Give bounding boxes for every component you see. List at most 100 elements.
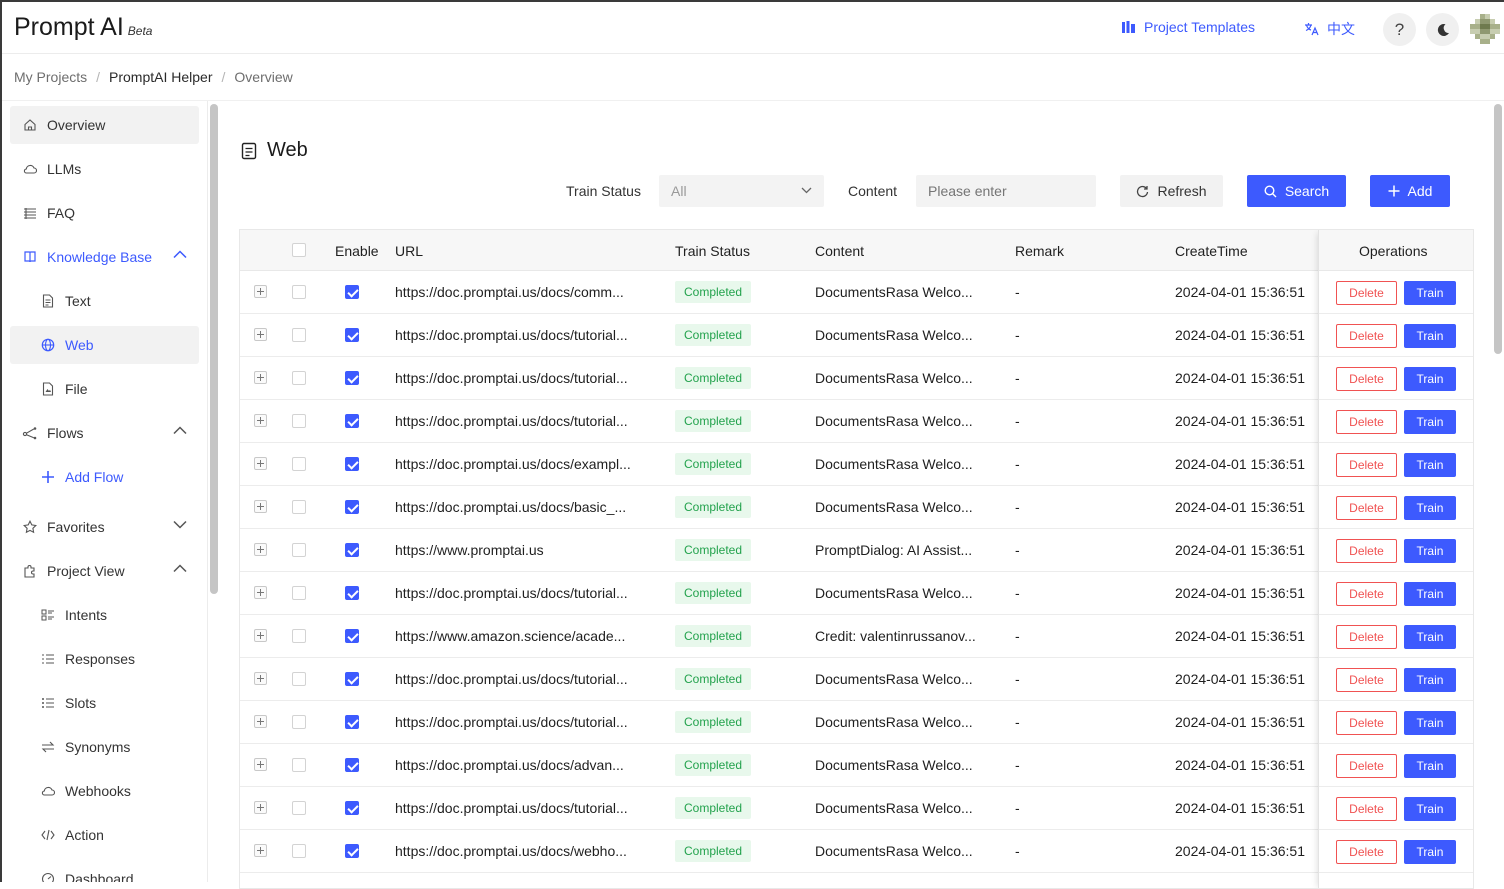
enable-checkbox[interactable]: [345, 371, 359, 385]
expand-row-icon[interactable]: [254, 586, 267, 599]
url-cell[interactable]: https://doc.promptai.us/docs/tutorial...: [395, 714, 628, 730]
sidebar-item-slots[interactable]: Slots: [10, 684, 199, 722]
sidebar-item-synonyms[interactable]: Synonyms: [10, 728, 199, 766]
train-status-select[interactable]: All: [659, 175, 824, 207]
sidebar-item-faq[interactable]: FAQ: [10, 194, 199, 232]
url-cell[interactable]: https://doc.promptai.us/docs/tutorial...: [395, 370, 628, 386]
enable-checkbox[interactable]: [345, 285, 359, 299]
enable-checkbox[interactable]: [345, 328, 359, 342]
url-cell[interactable]: https://doc.promptai.us/docs/tutorial...: [395, 800, 628, 816]
row-select-checkbox[interactable]: [292, 500, 306, 514]
avatar[interactable]: [1468, 12, 1502, 46]
enable-checkbox[interactable]: [345, 629, 359, 643]
expand-row-icon[interactable]: [254, 285, 267, 298]
train-button[interactable]: Train: [1404, 453, 1456, 477]
theme-toggle-button[interactable]: [1426, 13, 1459, 46]
chevron-up-icon[interactable]: [173, 564, 187, 573]
train-button[interactable]: Train: [1404, 797, 1456, 821]
delete-button[interactable]: Delete: [1336, 582, 1397, 606]
enable-checkbox[interactable]: [345, 715, 359, 729]
delete-button[interactable]: Delete: [1336, 797, 1397, 821]
delete-button[interactable]: Delete: [1336, 281, 1397, 305]
enable-checkbox[interactable]: [345, 414, 359, 428]
row-select-checkbox[interactable]: [292, 672, 306, 686]
chevron-down-icon[interactable]: [173, 520, 187, 529]
expand-row-icon[interactable]: [254, 758, 267, 771]
chevron-up-icon[interactable]: [173, 250, 187, 259]
sidebar-scrollbar[interactable]: [210, 104, 218, 594]
delete-button[interactable]: Delete: [1336, 711, 1397, 735]
enable-checkbox[interactable]: [345, 457, 359, 471]
sidebar-item-text[interactable]: Text: [10, 282, 199, 320]
row-select-checkbox[interactable]: [292, 285, 306, 299]
help-button[interactable]: ?: [1383, 13, 1416, 46]
enable-checkbox[interactable]: [345, 672, 359, 686]
sidebar-item-add-flow[interactable]: Add Flow: [10, 458, 199, 496]
expand-row-icon[interactable]: [254, 371, 267, 384]
enable-checkbox[interactable]: [345, 844, 359, 858]
expand-row-icon[interactable]: [254, 715, 267, 728]
enable-checkbox[interactable]: [345, 543, 359, 557]
sidebar-item-web[interactable]: Web: [10, 326, 199, 364]
search-button[interactable]: Search: [1247, 175, 1346, 207]
train-button[interactable]: Train: [1404, 496, 1456, 520]
row-select-checkbox[interactable]: [292, 371, 306, 385]
url-cell[interactable]: https://doc.promptai.us/docs/tutorial...: [395, 671, 628, 687]
delete-button[interactable]: Delete: [1336, 840, 1397, 864]
row-select-checkbox[interactable]: [292, 543, 306, 557]
delete-button[interactable]: Delete: [1336, 539, 1397, 563]
url-cell[interactable]: https://www.amazon.science/acade...: [395, 628, 625, 644]
sidebar-item-responses[interactable]: Responses: [10, 640, 199, 678]
sidebar-item-action[interactable]: Action: [10, 816, 199, 854]
add-button[interactable]: Add: [1370, 175, 1450, 207]
row-select-checkbox[interactable]: [292, 629, 306, 643]
train-button[interactable]: Train: [1404, 625, 1456, 649]
sidebar-item-file[interactable]: File: [10, 370, 199, 408]
sidebar-item-llms[interactable]: LLMs: [10, 150, 199, 188]
url-cell[interactable]: https://www.promptai.us: [395, 542, 544, 558]
row-select-checkbox[interactable]: [292, 328, 306, 342]
breadcrumb-my-projects[interactable]: My Projects: [14, 69, 87, 85]
train-button[interactable]: Train: [1404, 367, 1456, 391]
train-button[interactable]: Train: [1404, 410, 1456, 434]
row-select-checkbox[interactable]: [292, 414, 306, 428]
train-button[interactable]: Train: [1404, 840, 1456, 864]
delete-button[interactable]: Delete: [1336, 453, 1397, 477]
main-scrollbar[interactable]: [1494, 104, 1502, 354]
chevron-up-icon[interactable]: [173, 426, 187, 435]
train-button[interactable]: Train: [1404, 324, 1456, 348]
enable-checkbox[interactable]: [345, 801, 359, 815]
train-button[interactable]: Train: [1404, 668, 1456, 692]
expand-row-icon[interactable]: [254, 844, 267, 857]
breadcrumb-project[interactable]: PromptAI Helper: [109, 69, 212, 85]
expand-row-icon[interactable]: [254, 328, 267, 341]
enable-checkbox[interactable]: [345, 758, 359, 772]
row-select-checkbox[interactable]: [292, 586, 306, 600]
delete-button[interactable]: Delete: [1336, 754, 1397, 778]
url-cell[interactable]: https://doc.promptai.us/docs/comm...: [395, 284, 624, 300]
delete-button[interactable]: Delete: [1336, 367, 1397, 391]
sidebar-item-flows[interactable]: Flows: [10, 414, 199, 452]
url-cell[interactable]: https://doc.promptai.us/docs/tutorial...: [395, 585, 628, 601]
train-button[interactable]: Train: [1404, 711, 1456, 735]
enable-checkbox[interactable]: [345, 500, 359, 514]
row-select-checkbox[interactable]: [292, 758, 306, 772]
url-cell[interactable]: https://doc.promptai.us/docs/advan...: [395, 757, 624, 773]
sidebar-item-intents[interactable]: Intents: [10, 596, 199, 634]
train-button[interactable]: Train: [1404, 539, 1456, 563]
sidebar-item-knowledge-base[interactable]: Knowledge Base: [10, 238, 199, 276]
sidebar-item-project-view[interactable]: Project View: [10, 552, 199, 590]
delete-button[interactable]: Delete: [1336, 668, 1397, 692]
row-select-checkbox[interactable]: [292, 844, 306, 858]
content-search-input[interactable]: [916, 175, 1096, 207]
row-select-checkbox[interactable]: [292, 715, 306, 729]
url-cell[interactable]: https://doc.promptai.us/docs/tutorial...: [395, 327, 628, 343]
row-select-checkbox[interactable]: [292, 457, 306, 471]
expand-row-icon[interactable]: [254, 543, 267, 556]
project-templates-link[interactable]: Project Templates: [1121, 19, 1255, 35]
expand-row-icon[interactable]: [254, 500, 267, 513]
enable-checkbox[interactable]: [345, 586, 359, 600]
delete-button[interactable]: Delete: [1336, 324, 1397, 348]
delete-button[interactable]: Delete: [1336, 625, 1397, 649]
expand-row-icon[interactable]: [254, 801, 267, 814]
